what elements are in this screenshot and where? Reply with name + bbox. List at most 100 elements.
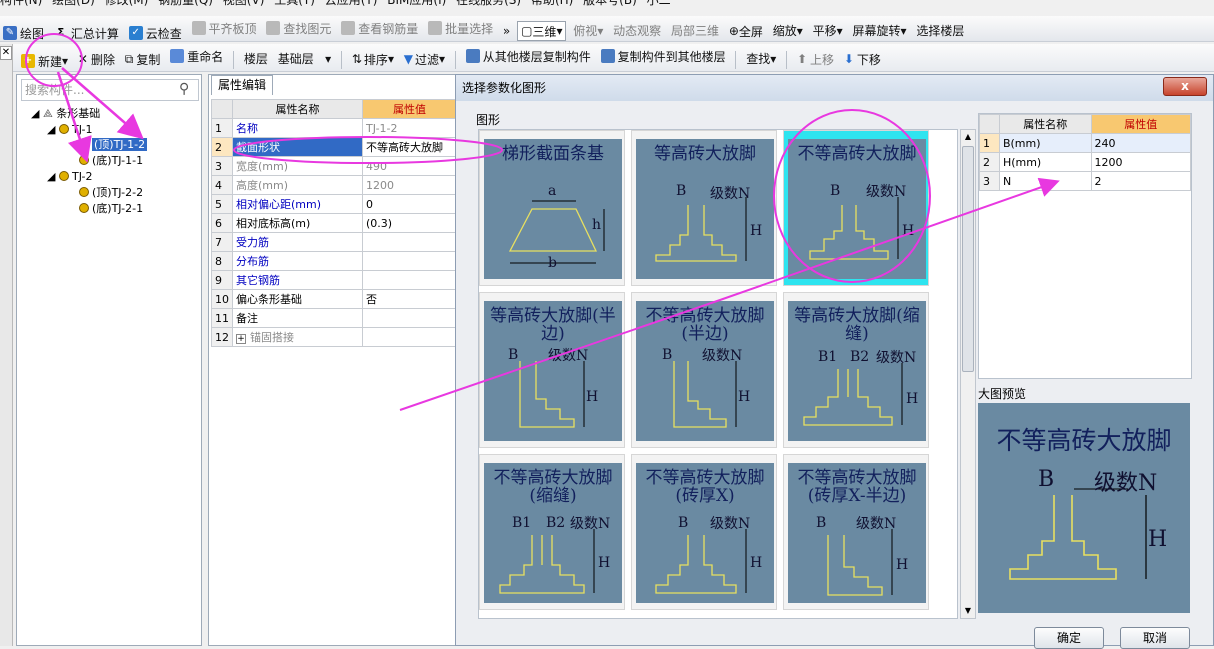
scrollbar-thumb[interactable]	[962, 146, 974, 372]
gallery-scrollbar[interactable]: ▲ ▼	[960, 129, 976, 619]
table-row[interactable]: 2 H(mm) 1200	[979, 152, 1192, 172]
gear-icon	[58, 124, 69, 134]
menu-rebar[interactable]: 钢筋量(Q)	[158, 0, 213, 8]
tree-node-tj1-bottom[interactable]: (底)TJ-1-1	[79, 154, 143, 168]
shape-unequal-height-brick-x-half[interactable]: 不等高砖大放脚(砖厚X-半边) B 级数N H	[783, 454, 929, 610]
table-row[interactable]: 4 高度(mm) 1200	[211, 175, 457, 195]
preview-label: 大图预览	[978, 387, 1027, 401]
menu-tools[interactable]: 工具(T)	[274, 0, 315, 8]
tree-node-tj1[interactable]: ◢ TJ-1	[47, 123, 93, 137]
shape-equal-height-gap[interactable]: 等高砖大放脚(缩缝) B1 B2 级数N H	[783, 292, 929, 448]
shape-equal-height-half[interactable]: 等高砖大放脚(半边) B 级数N H	[479, 292, 625, 448]
menu-help[interactable]: 帮助(H)	[531, 0, 573, 8]
copy-from-floor-button[interactable]: 从其他楼层复制构件	[463, 44, 594, 68]
search-input[interactable]: 搜索构件...	[21, 79, 199, 101]
table-row[interactable]: 11 备注	[211, 308, 457, 328]
table-row[interactable]: 2 截面形状 不等高砖大放脚	[211, 137, 457, 157]
shape-unequal-height-gap[interactable]: 不等高砖大放脚(缩缝) B1 B2 级数N H	[479, 454, 625, 610]
binoculars-icon	[266, 21, 281, 35]
scroll-up-icon[interactable]: ▲	[961, 130, 975, 144]
rotate-screen-button[interactable]: 屏幕旋转 ▾	[850, 19, 910, 43]
tree-node-tj2-bottom[interactable]: (底)TJ-2-1	[79, 202, 143, 216]
menu-modify[interactable]: 修改(M)	[105, 0, 149, 8]
sum-button[interactable]: Σ 汇总计算	[51, 21, 122, 45]
delete-button[interactable]: ✕ 删除	[75, 47, 118, 71]
select-shape-dialog: 选择参数化图形 x 图形 梯形截面条基 a h b 等高砖大放脚 B 级数N H…	[455, 74, 1214, 649]
floor-label: 楼层	[243, 52, 268, 66]
cloud-check-button[interactable]: ✓ 云检查	[126, 21, 185, 45]
parameter-panel: 属性名称 属性值 1 B(mm) 240 2 H(mm) 1200 3N2	[978, 113, 1192, 379]
shape-equal-height[interactable]: 等高砖大放脚 B 级数N H	[631, 130, 777, 286]
shape-unequal-height[interactable]: 不等高砖大放脚 B 级数N H	[783, 130, 929, 286]
pan-button[interactable]: 平移 ▾	[810, 19, 846, 43]
draw-button[interactable]: ✎ 绘图	[0, 21, 47, 45]
table-row[interactable]: 12 + 锚固搭接	[211, 327, 457, 347]
filter-button[interactable]: ▼ 过滤 ▾	[401, 47, 448, 71]
menu-component[interactable]: 构件(N)	[0, 0, 42, 8]
menu-cloud[interactable]: 云应用(Y)	[325, 0, 378, 8]
table-row[interactable]: 8 分布筋	[211, 251, 457, 271]
table-row[interactable]: 10 偏心条形基础否	[211, 289, 457, 309]
menu-online[interactable]: 在线服务(S)	[456, 0, 521, 8]
menu-assistant[interactable]: 小二	[647, 0, 671, 8]
table-row[interactable]: 9 其它钢筋	[211, 270, 457, 290]
shape-unequal-height-half[interactable]: 不等高砖大放脚(半边) B 级数N H	[631, 292, 777, 448]
footing-drawing	[809, 197, 899, 260]
dynamic-view-button[interactable]: 动态观察	[610, 19, 664, 43]
expand-icon[interactable]: +	[236, 334, 246, 344]
close-icon[interactable]: ✕	[0, 46, 12, 60]
find-button[interactable]: 查找 ▾	[743, 47, 779, 71]
menu-view[interactable]: 视图(V)	[223, 0, 265, 8]
view-rebar-button[interactable]: 查看钢筋量	[338, 16, 421, 40]
find-element-button[interactable]: 查找图元	[263, 16, 334, 40]
table-row[interactable]: 5 相对偏心距(mm) 0	[211, 194, 457, 214]
tab-property-edit[interactable]: 属性编辑	[211, 75, 274, 95]
shape-trapezoid[interactable]: 梯形截面条基 a h b	[479, 130, 625, 286]
zoom-button[interactable]: 缩放 ▾	[770, 19, 806, 43]
gear-icon	[79, 155, 89, 165]
shape-thumbnail: 等高砖大放脚(缩缝) B1 B2 级数N H	[788, 301, 926, 441]
copy-to-floor-button[interactable]: 复制构件到其他楼层	[598, 44, 729, 68]
view-3d-select[interactable]: ▢ 三维 ▾	[517, 21, 567, 41]
fullscreen-button[interactable]: ⊕ 全屏	[726, 19, 766, 43]
section-shape-value[interactable]: 不等高砖大放脚	[362, 137, 457, 157]
floor-select[interactable]: 基础层 ▾	[275, 47, 334, 71]
shape-thumbnail: 梯形截面条基 a h b	[484, 139, 622, 279]
local-3d-button[interactable]: 局部三维	[668, 19, 722, 43]
shape-thumbnail: 不等高砖大放脚(砖厚X) B 级数N H	[636, 463, 774, 603]
tree-node-tj2[interactable]: ◢ TJ-2	[47, 170, 93, 184]
table-row[interactable]: 1 名称 TJ-1-2	[211, 118, 457, 138]
top-view-button[interactable]: 俯视 ▾	[570, 19, 606, 43]
scroll-down-icon[interactable]: ▼	[961, 604, 975, 618]
footing-drawing	[499, 529, 595, 594]
close-button[interactable]: x	[1163, 77, 1207, 96]
sort-button[interactable]: ⇅ 排序 ▾	[349, 47, 397, 71]
new-icon: +	[21, 54, 35, 68]
move-down-button[interactable]: ⬇ 下移	[841, 47, 884, 71]
tree-node-tj2-top[interactable]: (顶)TJ-2-2	[79, 186, 143, 200]
select-floor-button[interactable]: 选择楼层	[913, 19, 967, 43]
flat-icon	[191, 21, 206, 35]
menu-version[interactable]: 版本号(B)	[583, 0, 637, 8]
menu-draw[interactable]: 绘图(D)	[52, 0, 95, 8]
menu-bim[interactable]: BIM应用(I)	[387, 0, 446, 8]
separator	[233, 50, 235, 69]
table-row[interactable]: 6 相对底标高(m) (0.3)	[211, 213, 457, 233]
new-button[interactable]: + 新建 ▾	[18, 49, 71, 73]
search-icon[interactable]: ⚲	[179, 81, 189, 97]
flat-top-button[interactable]: 平齐板顶	[189, 16, 260, 40]
copy-button[interactable]: ⧉ 复制	[122, 48, 164, 72]
rename-icon	[170, 49, 185, 63]
tree-node-tj1-top[interactable]: (顶)TJ-1-2	[79, 138, 148, 152]
tree-node-root[interactable]: ◢ ⟁ 条形基础	[31, 107, 100, 121]
move-up-button[interactable]: ⬆ 上移	[794, 47, 837, 71]
rename-button[interactable]: 重命名	[167, 44, 226, 68]
shape-unequal-height-brick-x[interactable]: 不等高砖大放脚(砖厚X) B 级数N H	[631, 454, 777, 610]
table-row[interactable]: 7 受力筋	[211, 232, 457, 252]
table-row[interactable]: 3N2	[979, 171, 1192, 191]
table-row[interactable]: 1 B(mm) 240	[979, 133, 1192, 153]
shape-thumbnail: 不等高砖大放脚 B 级数N H	[788, 139, 926, 279]
toolbar-overflow[interactable]: »	[500, 19, 513, 43]
table-row[interactable]: 3 宽度(mm) 490	[211, 156, 457, 176]
batch-select-button[interactable]: 批量选择	[425, 16, 496, 40]
